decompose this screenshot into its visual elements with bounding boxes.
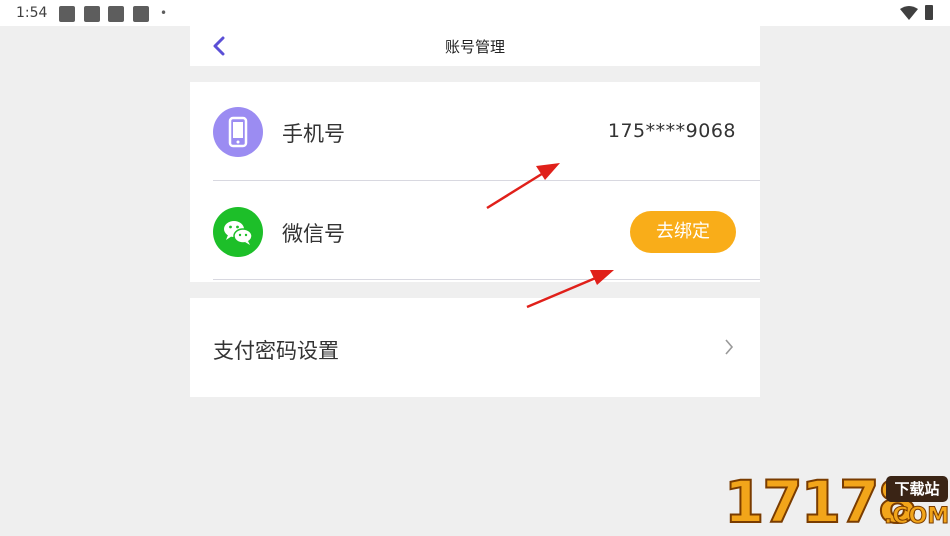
annotation-arrow [526, 270, 614, 309]
watermark-badge: 下载站 [886, 476, 948, 502]
annotation-arrow [486, 163, 560, 210]
site-watermark: 17178 下载站 .COM [723, 467, 950, 536]
annotation-arrows [486, 163, 614, 309]
watermark-suffix: .COM [883, 504, 950, 530]
